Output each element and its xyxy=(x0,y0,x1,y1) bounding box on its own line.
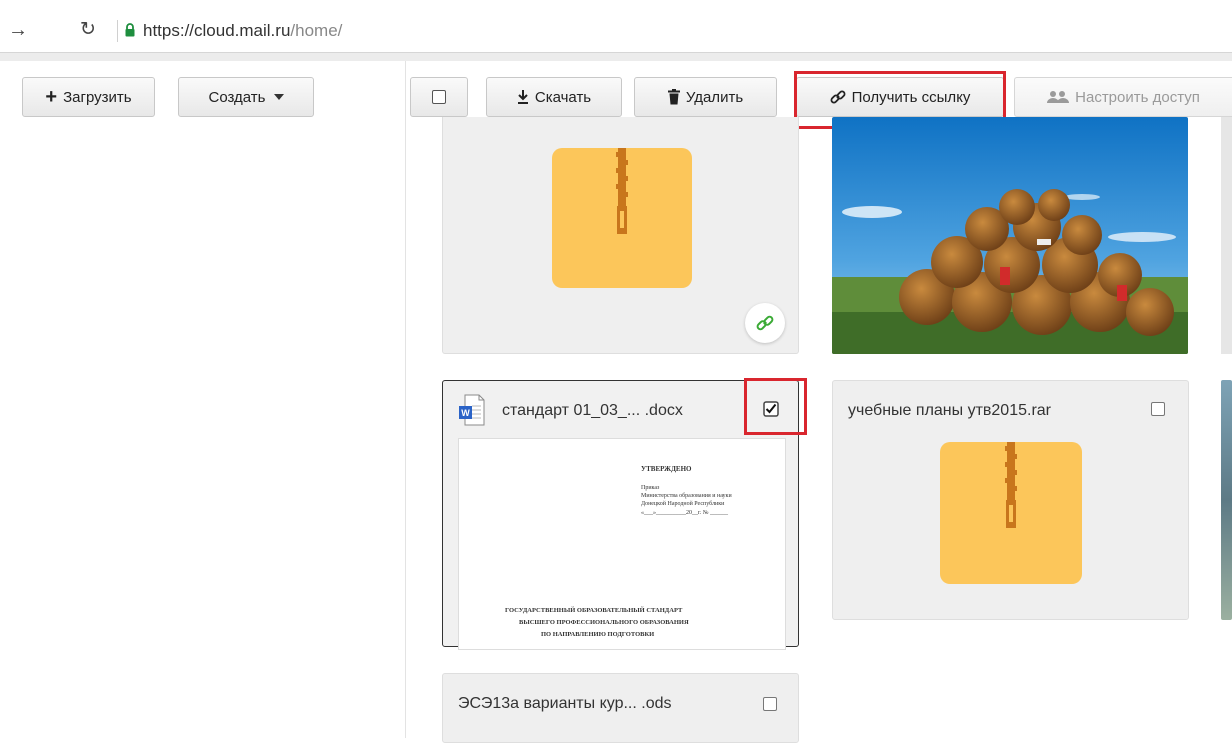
trash-icon xyxy=(667,89,680,105)
access-settings-button[interactable]: Настроить доступ xyxy=(1014,77,1232,117)
select-all-checkbox[interactable] xyxy=(432,90,446,104)
archive-card[interactable] xyxy=(442,117,799,354)
ods-checkbox[interactable] xyxy=(763,697,777,711)
doc-approved: УТВЕРЖДЕНО xyxy=(641,465,692,473)
plus-icon: + xyxy=(45,86,58,108)
green-link-icon xyxy=(756,315,774,331)
photo-thumbnail[interactable] xyxy=(832,117,1188,354)
checkbox-highlight xyxy=(744,378,807,435)
download-icon xyxy=(517,90,528,104)
url-path: /home/ xyxy=(290,21,343,40)
archive-icon xyxy=(552,148,692,288)
file-name-docx: стандарт 01_03_... .docx xyxy=(502,402,683,419)
zipper-icon xyxy=(616,148,628,234)
delete-button[interactable]: Удалить xyxy=(634,77,777,117)
doc-ministry-1: Министерства образования и науки xyxy=(641,493,732,499)
app-header-band xyxy=(0,53,1232,61)
archive-icon-rar xyxy=(940,442,1082,584)
doc-heading-3: ПО НАПРАВЛЕНИЮ ПОДГОТОВКИ xyxy=(541,631,655,638)
sidebar-divider xyxy=(405,61,406,738)
delete-label: Удалить xyxy=(685,88,744,106)
clipped-header-text xyxy=(0,0,1232,8)
create-label: Создать xyxy=(208,88,266,106)
zipper-icon-rar xyxy=(1005,442,1017,528)
upload-label: Загрузить xyxy=(63,88,132,106)
doc-date-line: «___»__________20__г. № ______ xyxy=(641,510,729,516)
url-field[interactable]: https://cloud.mail.ru/home/ xyxy=(143,21,342,41)
select-all-button[interactable] xyxy=(410,77,468,117)
forward-arrow-icon[interactable]: → xyxy=(8,18,28,42)
svg-text:W: W xyxy=(461,408,470,418)
file-card-ods[interactable]: ЭСЭ13а варианты кур... .ods xyxy=(442,673,799,743)
users-icon xyxy=(1047,91,1070,103)
doc-heading-2: ВЫСШЕГО ПРОФЕССИОНАЛЬНОГО ОБРАЗОВАНИЯ xyxy=(519,619,689,626)
shared-link-badge[interactable] xyxy=(745,303,785,343)
left-sidebar xyxy=(0,61,405,738)
url-host: https://cloud.mail.ru xyxy=(143,21,291,40)
browser-address-bar: → ↻ https://cloud.mail.ru/home/ xyxy=(0,8,1232,53)
reload-icon[interactable]: ↻ xyxy=(80,18,96,42)
lock-icon xyxy=(125,23,135,37)
doc-ministry-2: Донецкой Народной Республики xyxy=(641,501,725,507)
upload-button[interactable]: + Загрузить xyxy=(22,77,155,117)
next-photo-edge xyxy=(1221,380,1232,620)
doc-order: Приказ xyxy=(641,485,660,491)
next-card-edge xyxy=(1221,117,1232,354)
doc-heading-1: ГОСУДАРСТВЕННЫЙ ОБРАЗОВАТЕЛЬНЫЙ СТАНДАРТ xyxy=(505,607,683,614)
download-label: Скачать xyxy=(534,88,592,106)
document-preview: УТВЕРЖДЕНО Приказ Министерства образован… xyxy=(458,438,786,650)
file-name-ods: ЭСЭ13а варианты кур... .ods xyxy=(458,695,672,712)
create-dropdown-button[interactable]: Создать xyxy=(178,77,314,117)
file-card-rar[interactable]: учебные планы утв2015.rar xyxy=(832,380,1189,620)
file-name-rar: учебные планы утв2015.rar xyxy=(848,402,1051,419)
word-document-icon: W xyxy=(459,394,485,426)
rar-checkbox[interactable] xyxy=(1151,402,1165,416)
address-separator xyxy=(117,20,118,42)
hay-bales-photo xyxy=(832,117,1188,354)
caret-down-icon xyxy=(273,94,284,100)
download-button[interactable]: Скачать xyxy=(486,77,622,117)
access-label: Настроить доступ xyxy=(1075,88,1200,106)
